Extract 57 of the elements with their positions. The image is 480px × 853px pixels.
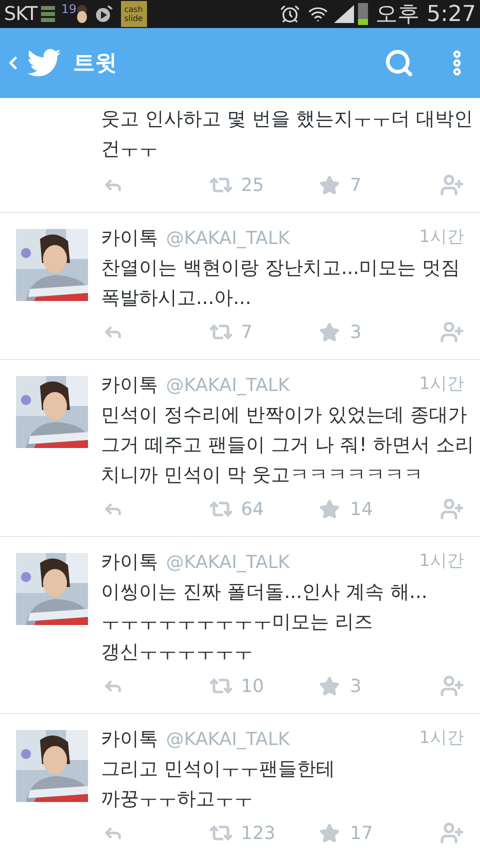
tweet-text: 치니까 민석이 막 웃고ㅋㅋㅋㅋㅋㅋㅋ bbox=[101, 463, 424, 488]
retweet-count: 64 bbox=[241, 498, 264, 522]
retweet-count: 10 bbox=[241, 674, 264, 698]
tweet-text: 그거 떼주고 팬들이 그거 나 줘! 하면서 소리 bbox=[101, 433, 475, 458]
notification-count: 19 bbox=[61, 1, 77, 18]
music-icon bbox=[94, 5, 113, 23]
favorite-icon[interactable] bbox=[319, 822, 340, 844]
user-handle: @KAKAI_TALK bbox=[166, 728, 290, 752]
retweet-count: 25 bbox=[241, 174, 264, 198]
favorite-count: 7 bbox=[350, 174, 362, 198]
user-name[interactable]: 카이톡 bbox=[101, 724, 158, 754]
clock: 오후 5:27 bbox=[376, 0, 476, 28]
carrier-name: SKT bbox=[4, 2, 38, 27]
bird-icon[interactable] bbox=[27, 49, 61, 77]
battery-icon bbox=[358, 3, 368, 25]
app-bar-title: 트윗 bbox=[73, 50, 117, 78]
follow-icon[interactable] bbox=[440, 674, 464, 698]
user-handle: @KAKAI_TALK bbox=[166, 550, 290, 574]
tweet-time: 1시간 bbox=[419, 373, 464, 396]
user-handle: @KAKAI_TALK bbox=[166, 226, 290, 250]
user-name[interactable]: 카이톡 bbox=[101, 370, 158, 400]
favorite-count: 3 bbox=[350, 674, 362, 698]
tweet-text: 폭발하시고...아... bbox=[101, 286, 252, 311]
alarm-icon bbox=[280, 4, 300, 24]
favorite-count: 17 bbox=[350, 822, 373, 846]
retweet-count: 123 bbox=[241, 822, 276, 846]
search-icon[interactable] bbox=[384, 48, 414, 78]
tweet-text: 갱신ㅜㅜㅜㅜㅜㅜ bbox=[101, 640, 254, 665]
retweet-count: 7 bbox=[241, 320, 252, 344]
tweet-text: 이씽이는 진짜 폴더돌...인사 계속 해... bbox=[101, 580, 428, 605]
signal-icon bbox=[334, 5, 354, 23]
tweet-text: 그리고 민석이ㅜㅜ팬들한테 bbox=[101, 757, 336, 782]
follow-icon[interactable] bbox=[440, 497, 464, 521]
follow-icon[interactable] bbox=[440, 821, 464, 845]
favorite-icon[interactable] bbox=[319, 174, 340, 196]
tweet-text: 찬열이는 백현이랑 장난치고...미모는 멋짐 bbox=[101, 256, 462, 281]
favorite-icon[interactable] bbox=[319, 676, 340, 696]
tweet-time: 1시간 bbox=[419, 550, 464, 574]
follow-icon[interactable] bbox=[440, 173, 464, 197]
tweet-text: 건ㅜㅜ bbox=[101, 137, 159, 162]
tweet-text: ㅜㅜㅜㅜㅜㅜㅜㅜㅜ미모는 리즈 bbox=[101, 610, 374, 635]
favorite-count: 3 bbox=[350, 320, 362, 344]
follow-icon[interactable] bbox=[440, 320, 464, 344]
app-icon: cash slide bbox=[120, 1, 147, 27]
favorite-icon[interactable] bbox=[319, 498, 340, 520]
favorite-count: 14 bbox=[350, 498, 373, 522]
tweet-time: 1시간 bbox=[419, 226, 464, 250]
tweet-text: 민석이 정수리에 반짝이가 있었는데 종대가 bbox=[101, 403, 468, 428]
user-name[interactable]: 카이톡 bbox=[101, 548, 158, 576]
user-name[interactable]: 카이톡 bbox=[101, 224, 158, 252]
user-handle: @KAKAI_TALK bbox=[166, 374, 290, 398]
favorite-icon[interactable] bbox=[319, 322, 340, 342]
tweet-time: 1시간 bbox=[419, 727, 464, 750]
storage-icon bbox=[41, 6, 56, 22]
avatar-icon bbox=[74, 5, 89, 23]
tweet-text: 웃고 인사하고 몇 번을 했는지ㅜㅜ더 대박인 bbox=[101, 107, 474, 132]
tweet-text: 까꿍ㅜㅜ하고ㅜㅜ bbox=[101, 787, 254, 812]
